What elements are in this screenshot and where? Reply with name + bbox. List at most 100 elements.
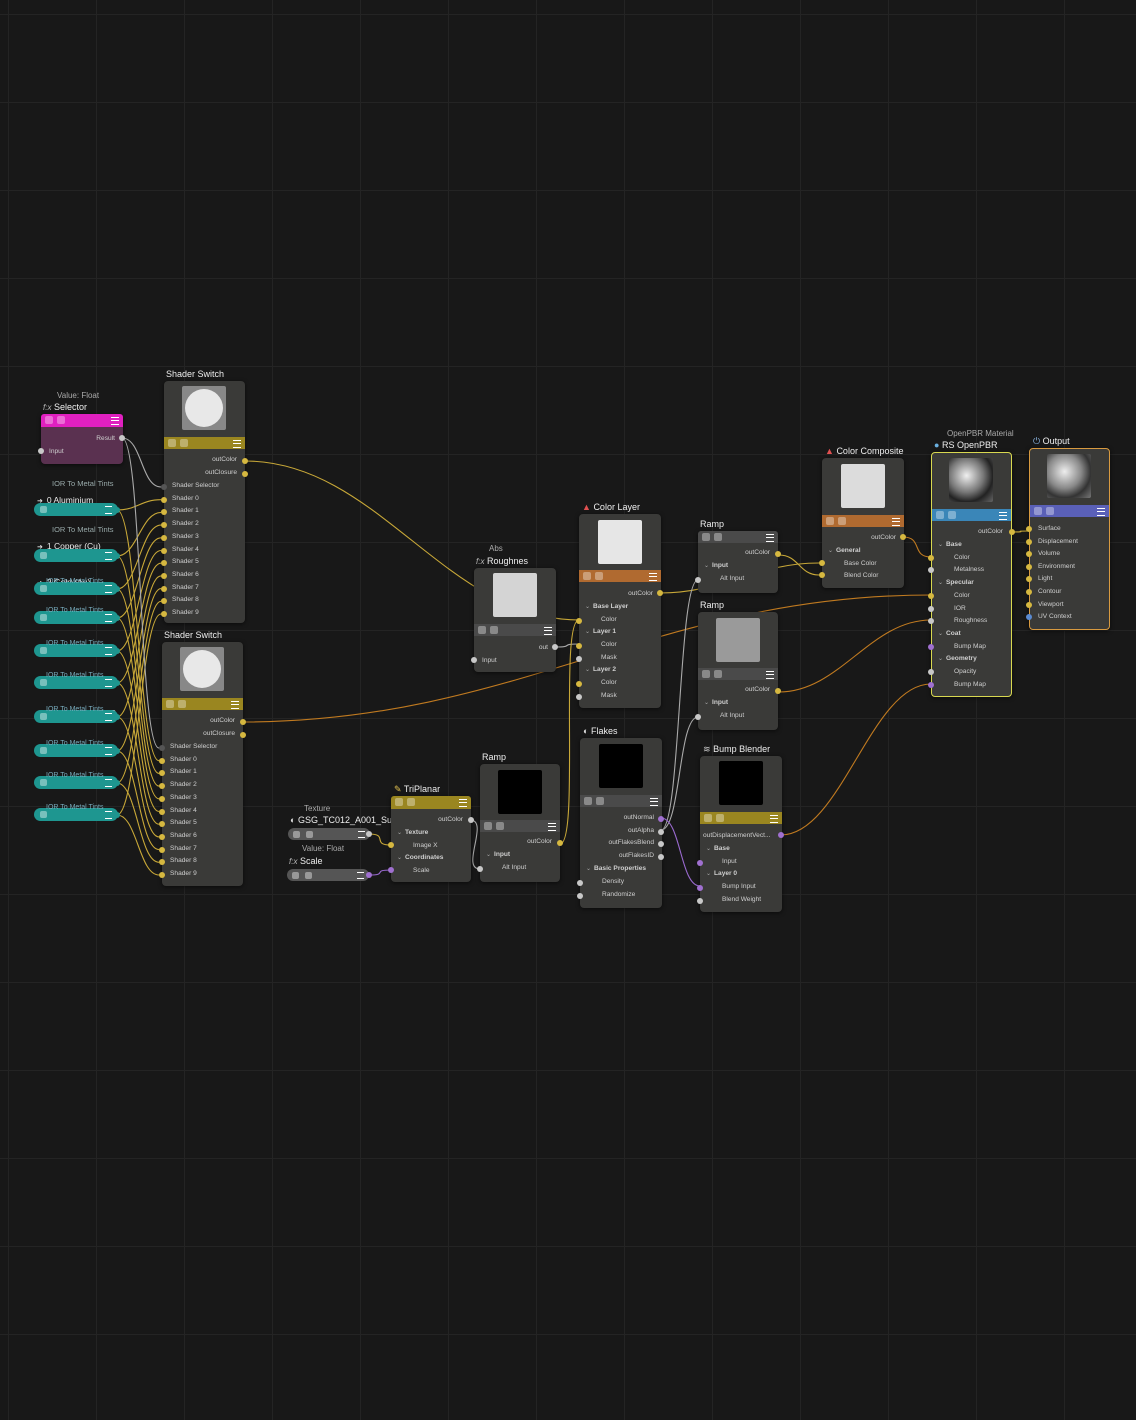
- roughness-node[interactable]: out Input: [474, 568, 556, 672]
- color-layer-input-port[interactable]: [576, 681, 582, 687]
- output-input-port[interactable]: [1026, 526, 1032, 532]
- menu-icon[interactable]: [111, 417, 119, 425]
- ior-node[interactable]: [34, 503, 118, 516]
- menu-icon[interactable]: [105, 585, 112, 593]
- menu-icon[interactable]: [1097, 508, 1105, 516]
- ior-title-row[interactable]: ➜ 1 Copper (Cu): [37, 536, 101, 551]
- color-layer-out-port[interactable]: [657, 590, 663, 596]
- menu-icon[interactable]: [105, 552, 112, 560]
- menu-icon[interactable]: [770, 815, 778, 823]
- roughness-title-row[interactable]: f:x Roughnes: [476, 556, 528, 566]
- selector-title-row[interactable]: f:x Selector: [43, 402, 87, 412]
- texture-out-port[interactable]: [366, 831, 372, 837]
- shader-input-port[interactable]: [159, 833, 165, 840]
- bump-blender-input-port[interactable]: [697, 898, 703, 904]
- menu-icon[interactable]: [766, 534, 774, 542]
- openpbr-input-port[interactable]: [928, 681, 934, 688]
- ior-out-port[interactable]: [114, 586, 120, 592]
- bump-blender-input-port[interactable]: [697, 860, 703, 866]
- triplanar-title-row[interactable]: ✎ TriPlanar: [394, 784, 440, 795]
- shader-switch-2-body[interactable]: outColor outClosure Shader Selector Shader …: [162, 642, 243, 886]
- chevron-down-icon[interactable]: ⌄: [397, 829, 402, 836]
- ramp-altinput-port[interactable]: [695, 714, 701, 720]
- roughness-input-port[interactable]: [471, 657, 477, 663]
- menu-icon[interactable]: [548, 823, 556, 831]
- color-layer-node[interactable]: outColor ⌄ Base Layer Color ⌄ Layer 1 Color Ma…: [579, 514, 661, 708]
- ior-node[interactable]: [34, 549, 118, 562]
- chevron-down-icon[interactable]: ⌄: [938, 655, 943, 662]
- flakes-input-port[interactable]: [577, 880, 583, 886]
- shader-input-port[interactable]: [161, 585, 167, 592]
- base-color-port[interactable]: [819, 560, 825, 566]
- color-composite-out-port[interactable]: [900, 534, 906, 540]
- openpbr-input-port[interactable]: [928, 592, 934, 599]
- menu-icon[interactable]: [105, 779, 112, 787]
- chevron-down-icon[interactable]: ⌄: [706, 845, 711, 852]
- outclosure-port[interactable]: [240, 732, 246, 738]
- menu-icon[interactable]: [766, 671, 774, 679]
- scale-out-port[interactable]: [366, 872, 372, 878]
- shader-input-port[interactable]: [159, 745, 165, 751]
- chevron-down-icon[interactable]: ⌄: [938, 541, 943, 548]
- chevron-down-icon[interactable]: ⌄: [704, 699, 709, 706]
- ior-out-port[interactable]: [114, 748, 120, 754]
- flakes-output-port[interactable]: [658, 853, 664, 860]
- outcolor-port[interactable]: [240, 719, 246, 725]
- ior-title-row[interactable]: ➜ 0 Aluminium: [37, 490, 93, 505]
- openpbr-input-port[interactable]: [928, 669, 934, 675]
- menu-icon[interactable]: [105, 506, 112, 514]
- shader-input-port[interactable]: [161, 496, 167, 503]
- triplanar-imagex-port[interactable]: [388, 842, 394, 848]
- ramp-mid-body[interactable]: outColor ⌄ Input Alt Input: [698, 612, 778, 730]
- output-node[interactable]: Surface Displacement Volume Environment Ligh…: [1029, 448, 1110, 630]
- ramp-title[interactable]: Ramp: [700, 519, 724, 529]
- menu-icon[interactable]: [233, 440, 241, 448]
- menu-icon[interactable]: [105, 747, 112, 755]
- color-layer-title-row[interactable]: ▲ Color Layer: [582, 502, 640, 512]
- chevron-down-icon[interactable]: ⌄: [704, 562, 709, 569]
- chevron-down-icon[interactable]: ⌄: [706, 870, 711, 877]
- color-composite-node[interactable]: outColor ⌄ General Base Color Blend Colo…: [822, 458, 904, 588]
- ior-out-port[interactable]: [114, 648, 120, 654]
- menu-icon[interactable]: [892, 518, 900, 526]
- openpbr-out-port[interactable]: [1009, 529, 1015, 535]
- outcolor-port[interactable]: [242, 458, 248, 464]
- output-input-port[interactable]: [1026, 601, 1032, 608]
- openpbr-node[interactable]: outColor ⌄ Base Color Metalness ⌄ Specular Col…: [931, 452, 1012, 697]
- ior-out-port[interactable]: [114, 507, 120, 513]
- openpbr-title-row[interactable]: ● RS OpenPBR: [934, 440, 997, 450]
- triplanar-out-port[interactable]: [468, 817, 474, 823]
- shader-input-port[interactable]: [159, 757, 165, 764]
- bump-blender-input-port[interactable]: [697, 885, 703, 891]
- output-input-port[interactable]: [1026, 538, 1032, 545]
- ramp-out-port[interactable]: [775, 688, 781, 694]
- chevron-down-icon[interactable]: ⌄: [938, 630, 943, 637]
- menu-icon[interactable]: [105, 713, 112, 721]
- bump-blender-out-port[interactable]: [778, 832, 784, 838]
- menu-icon[interactable]: [650, 798, 658, 806]
- ramp-altinput-port[interactable]: [477, 866, 483, 872]
- shader-input-port[interactable]: [161, 547, 167, 554]
- shader-input-port[interactable]: [159, 808, 165, 815]
- triplanar-scale-port[interactable]: [388, 867, 394, 873]
- menu-icon[interactable]: [358, 831, 365, 838]
- selector-input-port[interactable]: [38, 448, 44, 454]
- ior-out-port[interactable]: [114, 615, 120, 621]
- menu-icon[interactable]: [105, 811, 112, 819]
- color-layer-input-port[interactable]: [576, 618, 582, 624]
- menu-icon[interactable]: [105, 647, 112, 655]
- menu-icon[interactable]: [544, 627, 552, 635]
- chevron-down-icon[interactable]: ⌄: [938, 579, 943, 586]
- openpbr-input-port[interactable]: [928, 554, 934, 561]
- flakes-input-port[interactable]: [577, 892, 583, 899]
- openpbr-input-port[interactable]: [928, 643, 934, 650]
- ior-out-port[interactable]: [114, 553, 120, 559]
- ior-out-port[interactable]: [114, 714, 120, 720]
- ior-out-port[interactable]: [114, 780, 120, 786]
- shader-input-port[interactable]: [161, 572, 167, 579]
- color-layer-input-port[interactable]: [576, 643, 582, 649]
- outclosure-port[interactable]: [242, 471, 248, 477]
- chevron-down-icon[interactable]: ⌄: [585, 666, 590, 673]
- menu-icon[interactable]: [105, 614, 112, 622]
- roughness-out-port[interactable]: [552, 644, 558, 650]
